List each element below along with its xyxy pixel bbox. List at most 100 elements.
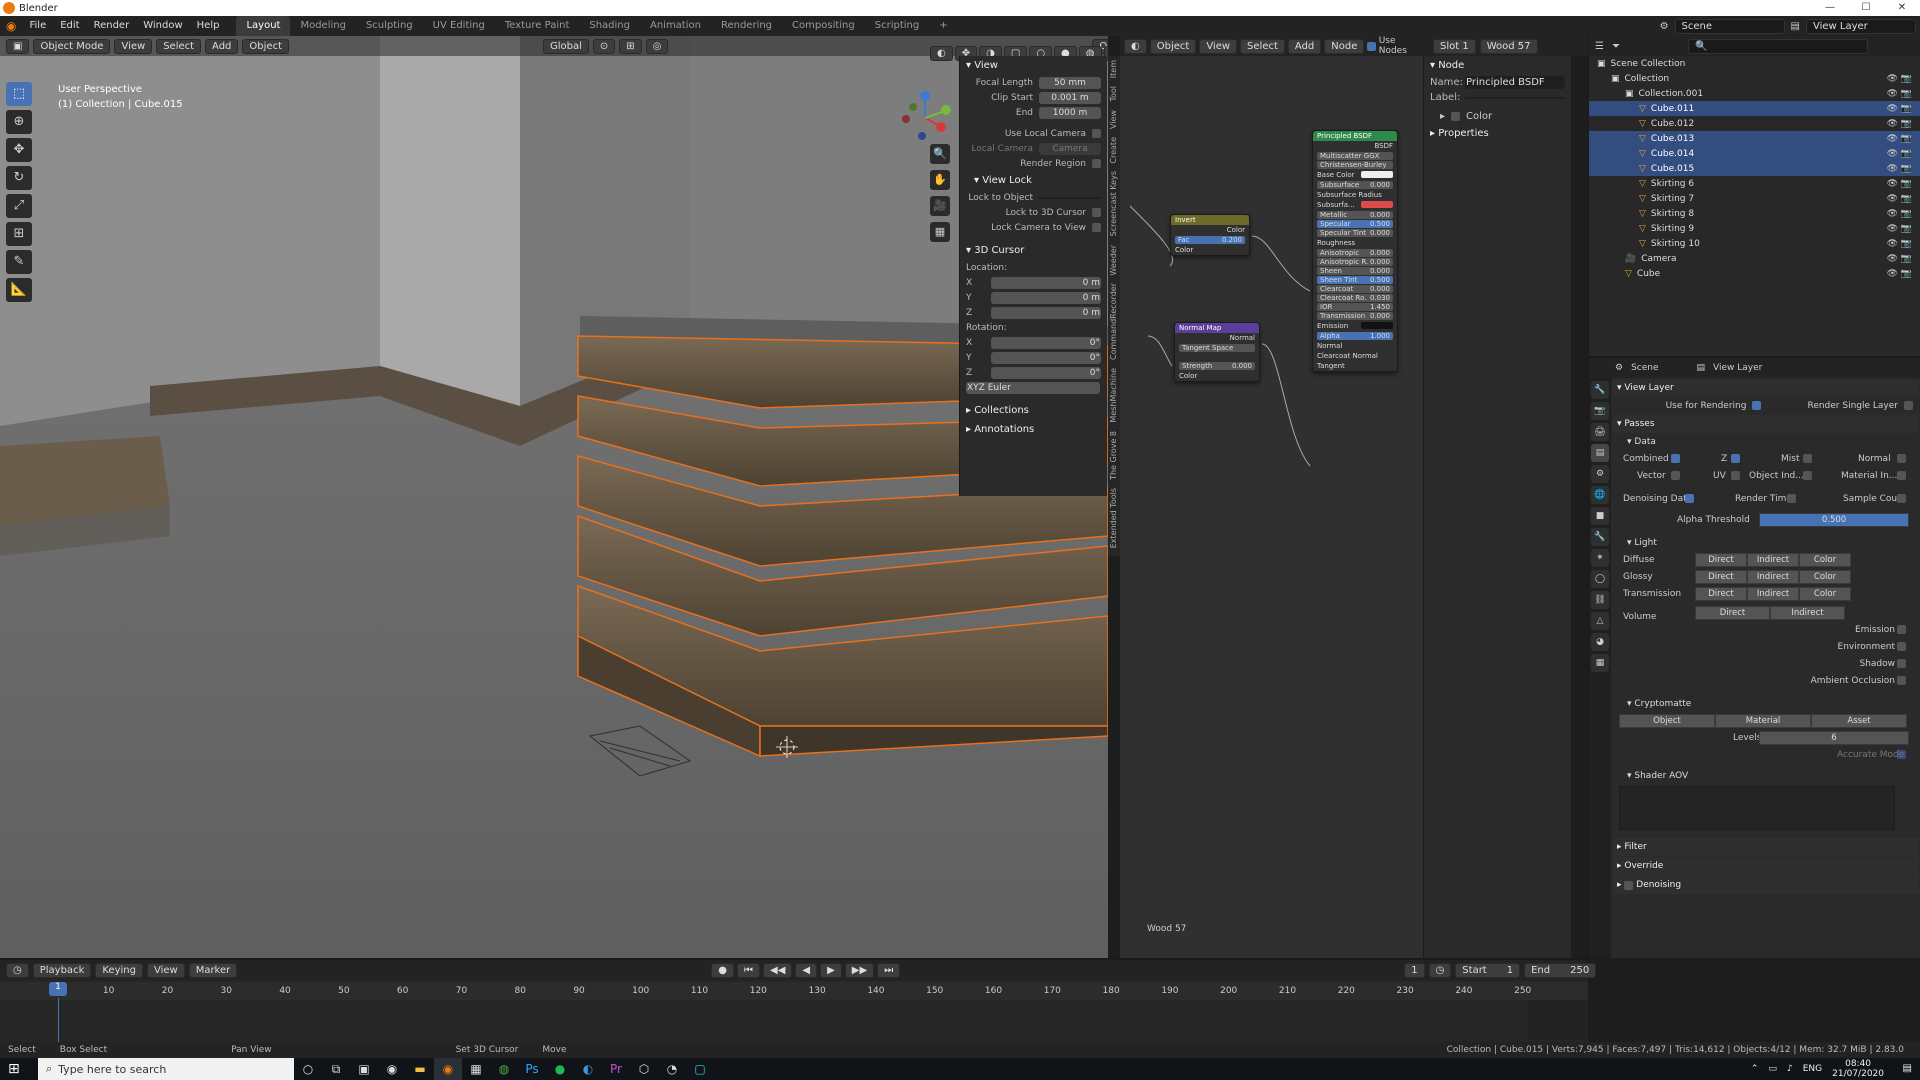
cursor-loc-y[interactable]: 0 m <box>991 291 1101 304</box>
denoising-data-checkbox[interactable] <box>1685 494 1694 503</box>
render-camera-icon[interactable]: 📷 <box>1901 119 1912 129</box>
normal-map-node[interactable]: Normal Map Normal Tangent Space Strength… <box>1174 322 1260 382</box>
task-view-icon[interactable]: ⧉ <box>322 1058 350 1080</box>
language-indicator[interactable]: ENG <box>1803 1064 1822 1074</box>
shader-aov-list[interactable] <box>1619 786 1895 830</box>
preview-range-icon[interactable]: ◷ <box>1428 962 1452 978</box>
data-subsection[interactable]: ▾ Data <box>1613 433 1919 450</box>
bsdf-input-value[interactable]: 0.000 <box>1370 258 1390 266</box>
render-camera-icon[interactable]: 📷 <box>1901 164 1912 174</box>
scene-tab-icon[interactable]: ⚙ <box>1591 465 1609 483</box>
visibility-eye-icon[interactable]: 👁 <box>1887 134 1898 144</box>
outliner-row[interactable]: ▽ Cube.011 👁 📷 <box>1589 101 1920 116</box>
bsdf-input-16[interactable]: Emission <box>1313 321 1397 331</box>
sidebar-tab-item[interactable]: Item <box>1108 56 1119 82</box>
outliner-row[interactable]: ▣ Collection 👁 📷 <box>1589 71 1920 86</box>
visibility-eye-icon[interactable]: 👁 <box>1887 89 1898 99</box>
bsdf-input-12[interactable]: Clearcoat 0.000 <box>1317 285 1393 293</box>
workspace-tab-uv-editing[interactable]: UV Editing <box>423 16 495 36</box>
render-camera-icon[interactable]: 📷 <box>1901 269 1912 279</box>
menu-help[interactable]: Help <box>190 16 227 36</box>
rotate-tool-icon[interactable]: ↻ <box>6 166 32 190</box>
sidebar-tab-create[interactable]: Create <box>1108 133 1119 168</box>
bsdf-input-value[interactable]: 0.000 <box>1370 285 1390 293</box>
3d-cursor-header[interactable]: ▾ 3D Cursor <box>960 241 1107 260</box>
edge-icon[interactable]: ◐ <box>574 1058 602 1080</box>
menu-window[interactable]: Window <box>136 16 189 36</box>
visibility-eye-icon[interactable]: 👁 <box>1887 119 1898 129</box>
node-label-field[interactable] <box>1465 96 1565 99</box>
normal-map-space[interactable]: Tangent Space <box>1182 344 1233 352</box>
menu-render[interactable]: Render <box>87 16 137 36</box>
bsdf-input-7[interactable]: Roughness <box>1313 238 1397 248</box>
photoshop-icon[interactable]: Ps <box>518 1058 546 1080</box>
node-properties-header[interactable]: ▸ Properties <box>1424 124 1571 143</box>
data-tab-icon[interactable]: △ <box>1591 612 1609 630</box>
maximize-button[interactable]: ☐ <box>1848 0 1884 16</box>
workspace-tab-animation[interactable]: Animation <box>640 16 711 36</box>
sidebar-tab-tool[interactable]: Tool <box>1108 82 1119 106</box>
tool-tab-icon[interactable]: 🔧 <box>1591 381 1609 399</box>
render-time-checkbox[interactable] <box>1787 494 1796 503</box>
outliner-row[interactable]: ▽ Skirting 6 👁 📷 <box>1589 176 1920 191</box>
visibility-eye-icon[interactable]: 👁 <box>1887 179 1898 189</box>
alpha-threshold-slider[interactable]: 0.500 <box>1759 512 1909 527</box>
render-camera-icon[interactable]: 📷 <box>1901 104 1912 114</box>
viewport-menu-view[interactable]: View <box>114 38 153 54</box>
bsdf-input-value[interactable]: 0.000 <box>1370 249 1390 257</box>
minimize-button[interactable]: — <box>1812 0 1848 16</box>
denoising-checkbox[interactable] <box>1624 880 1634 890</box>
node-menu-select[interactable]: Select <box>1240 38 1285 54</box>
environment-checkbox[interactable] <box>1897 642 1906 651</box>
visibility-eye-icon[interactable]: 👁 <box>1887 269 1898 279</box>
timeline-ruler[interactable]: 1 10 20 30 40 50 60 70 80 90 100 110 120 130 140 150 160… <box>0 982 1588 1042</box>
sidebar-tab-meshmachine[interactable]: MeshMachine <box>1108 364 1119 427</box>
app-icon-4[interactable]: ◔ <box>658 1058 686 1080</box>
override-section[interactable]: ▸ Override <box>1613 857 1919 875</box>
clip-end-field[interactable]: 1000 m <box>1039 106 1101 119</box>
annotate-tool-icon[interactable]: ✎ <box>6 250 32 274</box>
menu-file[interactable]: File <box>22 16 53 36</box>
sidebar-tab-commandrecorder[interactable]: CommandRecorder <box>1108 279 1119 364</box>
subsurface-color-swatch[interactable] <box>1361 201 1393 208</box>
app-icon-3[interactable]: ⬡ <box>630 1058 658 1080</box>
visibility-icon[interactable]: ◐ <box>930 46 953 61</box>
lock-camera-checkbox[interactable] <box>1092 223 1101 232</box>
lock-to-object-field[interactable] <box>1039 196 1101 199</box>
viewport-menu-select[interactable]: Select <box>156 38 202 54</box>
visibility-eye-icon[interactable]: 👁 <box>1887 149 1898 159</box>
bsdf-input-2[interactable]: Subsurface Radius <box>1313 190 1397 200</box>
visibility-eye-icon[interactable]: 👁 <box>1887 74 1898 84</box>
workspace-tab-scripting[interactable]: Scripting <box>865 16 929 36</box>
ortho-grid-icon[interactable]: ▦ <box>930 222 950 242</box>
mode-selector[interactable]: Object Mode <box>33 38 111 54</box>
proportional-edit-icon[interactable]: ◎ <box>645 38 669 54</box>
workspace-tab-rendering[interactable]: Rendering <box>711 16 782 36</box>
local-camera-field[interactable]: Camera <box>1039 142 1101 155</box>
volume-icon[interactable]: ♪ <box>1787 1064 1793 1074</box>
rotation-mode-select[interactable]: XYZ Euler <box>966 381 1100 394</box>
outliner-row[interactable]: ▽ Cube 👁 📷 <box>1589 266 1920 281</box>
timeline-menu-keying[interactable]: Keying <box>95 962 143 978</box>
move-tool-icon[interactable]: ✥ <box>6 138 32 162</box>
menu-edit[interactable]: Edit <box>53 16 86 36</box>
timeline-menu-playback[interactable]: Playback <box>32 962 92 978</box>
node-name-field[interactable]: Principled BSDF <box>1465 76 1565 89</box>
invert-node[interactable]: Invert Color Fac 0.200 Color <box>1170 214 1250 256</box>
editor-type-button[interactable]: ▣ <box>6 38 30 54</box>
glossy-direct-button[interactable]: Direct <box>1695 569 1747 584</box>
outliner-row[interactable]: ▣ Scene Collection <box>1589 56 1920 71</box>
workspace-tab-compositing[interactable]: Compositing <box>782 16 865 36</box>
transmission-color-button[interactable]: Color <box>1799 586 1851 601</box>
bsdf-input-20[interactable]: Tangent <box>1313 361 1397 371</box>
crypto-asset-toggle[interactable]: Asset <box>1811 713 1907 728</box>
emission-color-swatch[interactable] <box>1361 322 1393 329</box>
zoom-icon[interactable]: 🔍 <box>930 144 950 164</box>
jump-end-icon[interactable]: ⏭ <box>877 962 901 978</box>
render-camera-icon[interactable]: 📷 <box>1901 89 1912 99</box>
camera-view-icon[interactable]: 🎥 <box>930 196 950 216</box>
shader-type-selector[interactable]: Object <box>1149 38 1197 54</box>
outliner-row[interactable]: ▽ Skirting 8 👁 📷 <box>1589 206 1920 221</box>
passes-section[interactable]: ▾ Passes <box>1613 415 1919 433</box>
emission-checkbox[interactable] <box>1897 625 1906 634</box>
